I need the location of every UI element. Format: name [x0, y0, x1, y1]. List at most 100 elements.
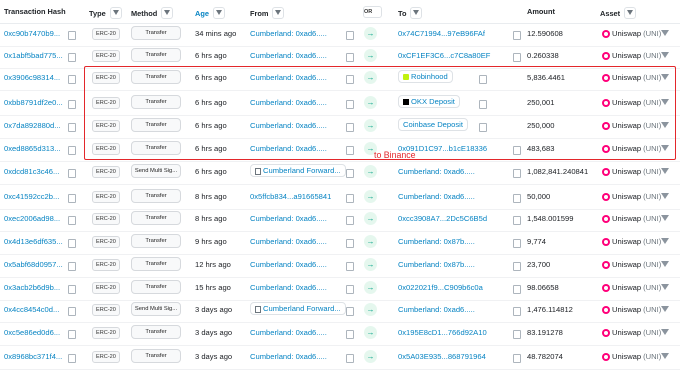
copy-icon[interactable] — [513, 238, 521, 248]
to-address-tag[interactable]: Coinbase Deposit — [398, 118, 468, 131]
copy-icon[interactable] — [68, 284, 76, 294]
copy-icon[interactable] — [68, 238, 76, 248]
to-address[interactable]: 0xcc3908A7...2Dc5C6B5d — [398, 214, 487, 223]
copy-icon[interactable] — [346, 353, 354, 363]
copy-icon[interactable] — [346, 261, 354, 271]
method-badge[interactable]: Transfer — [131, 70, 181, 84]
tx-hash-link[interactable]: 0x4cc8454c0d... — [4, 305, 59, 314]
copy-icon[interactable] — [346, 74, 354, 84]
asset-link[interactable]: Uniswap (UNI) — [602, 305, 661, 314]
copy-icon[interactable] — [513, 306, 521, 316]
tx-hash-link[interactable]: 0xbb8791df2e0... — [4, 98, 63, 107]
copy-icon[interactable] — [68, 52, 76, 62]
tx-hash-link[interactable]: 0xed8865d313... — [4, 144, 61, 153]
copy-icon[interactable] — [68, 306, 76, 316]
copy-icon[interactable] — [68, 329, 76, 339]
tx-hash-link[interactable]: 0x3906c98314... — [4, 73, 60, 82]
asset-link[interactable]: Uniswap (UNI) — [602, 51, 661, 60]
copy-icon[interactable] — [346, 238, 354, 248]
copy-icon[interactable] — [346, 30, 354, 40]
copy-icon[interactable] — [513, 30, 521, 40]
from-address[interactable]: Cumberland: 0xad6..... — [250, 144, 327, 153]
asset-link[interactable]: Uniswap (UNI) — [602, 192, 661, 201]
from-address[interactable]: Cumberland: 0xad6..... — [250, 214, 327, 223]
filter-funnel-icon[interactable] — [661, 352, 669, 360]
tx-hash-link[interactable]: 0x1abf5bad775... — [4, 51, 63, 60]
copy-icon[interactable] — [513, 329, 521, 339]
asset-link[interactable]: Uniswap (UNI) — [602, 260, 661, 269]
copy-icon[interactable] — [346, 329, 354, 339]
asset-link[interactable]: Uniswap (UNI) — [602, 98, 661, 107]
filter-funnel-icon[interactable] — [661, 144, 669, 152]
copy-icon[interactable] — [479, 122, 487, 132]
method-badge[interactable]: Transfer — [131, 257, 181, 271]
copy-icon[interactable] — [68, 122, 76, 132]
copy-icon[interactable] — [68, 353, 76, 363]
copy-icon[interactable] — [346, 215, 354, 225]
tx-hash-link[interactable]: 0xc5e86ed0d6... — [4, 328, 60, 337]
tx-hash-link[interactable]: 0xc41592cc2b... — [4, 192, 59, 201]
to-address[interactable]: Cumberland: 0x87b..... — [398, 260, 475, 269]
method-badge[interactable]: Transfer — [131, 325, 181, 339]
copy-icon[interactable] — [346, 145, 354, 155]
method-badge[interactable]: Transfer — [131, 95, 181, 109]
copy-icon[interactable] — [346, 52, 354, 62]
asset-link[interactable]: Uniswap (UNI) — [602, 73, 661, 82]
tx-hash-link[interactable]: 0x3acb2b6d9b... — [4, 283, 60, 292]
copy-icon[interactable] — [479, 74, 487, 84]
copy-icon[interactable] — [68, 74, 76, 84]
asset-link[interactable]: Uniswap (UNI) — [602, 144, 661, 153]
filter-funnel-icon[interactable] — [661, 237, 669, 245]
filter-funnel-icon[interactable] — [661, 283, 669, 291]
filter-icon[interactable] — [212, 7, 225, 19]
method-badge[interactable]: Transfer — [131, 280, 181, 294]
method-badge[interactable]: Send Multi Sig... — [131, 302, 181, 316]
tx-hash-link[interactable]: 0xc90b7470b9... — [4, 29, 60, 38]
from-contract[interactable]: Cumberland Forward... — [250, 302, 346, 315]
copy-icon[interactable] — [68, 30, 76, 40]
copy-icon[interactable] — [513, 261, 521, 271]
copy-icon[interactable] — [346, 99, 354, 109]
from-address[interactable]: Cumberland: 0xad6..... — [250, 51, 327, 60]
to-address[interactable]: 0x5A03E935...868791964 — [398, 352, 486, 361]
to-address[interactable]: 0xCF1EF3C6...c7C8a80EF — [398, 51, 490, 60]
filter-funnel-icon[interactable] — [661, 121, 669, 129]
tx-hash-link[interactable]: 0x8968bc371f4... — [4, 352, 62, 361]
asset-link[interactable]: Uniswap (UNI) — [602, 214, 661, 223]
copy-icon[interactable] — [346, 122, 354, 132]
method-badge[interactable]: Transfer — [131, 118, 181, 132]
from-address[interactable]: Cumberland: 0xad6..... — [250, 260, 327, 269]
tx-hash-link[interactable]: 0x7da892880d... — [4, 121, 61, 130]
tx-hash-link[interactable]: 0xdcd81c3c46... — [4, 167, 59, 176]
to-address[interactable]: Cumberland: 0xad6..... — [398, 192, 475, 201]
asset-link[interactable]: Uniswap (UNI) — [602, 29, 661, 38]
asset-link[interactable]: Uniswap (UNI) — [602, 328, 661, 337]
to-address-tag[interactable]: Robinhood — [398, 70, 453, 83]
copy-icon[interactable] — [513, 52, 521, 62]
copy-icon[interactable] — [68, 99, 76, 109]
to-address[interactable]: 0x022021f9...C909b6c0a — [398, 283, 483, 292]
copy-icon[interactable] — [479, 99, 487, 109]
from-address[interactable]: Cumberland: 0xad6..... — [250, 98, 327, 107]
copy-icon[interactable] — [513, 193, 521, 203]
method-badge[interactable]: Transfer — [131, 141, 181, 155]
copy-icon[interactable] — [68, 193, 76, 203]
copy-icon[interactable] — [346, 168, 354, 178]
to-address[interactable]: 0x74C71994...97eB96FAf — [398, 29, 485, 38]
asset-link[interactable]: Uniswap (UNI) — [602, 283, 661, 292]
asset-link[interactable]: Uniswap (UNI) — [602, 237, 661, 246]
filter-funnel-icon[interactable] — [661, 167, 669, 175]
copy-icon[interactable] — [346, 193, 354, 203]
copy-icon[interactable] — [68, 261, 76, 271]
method-badge[interactable]: Transfer — [131, 189, 181, 203]
copy-icon[interactable] — [513, 215, 521, 225]
from-address[interactable]: Cumberland: 0xad6..... — [250, 237, 327, 246]
asset-link[interactable]: Uniswap (UNI) — [602, 167, 661, 176]
filter-funnel-icon[interactable] — [661, 192, 669, 200]
copy-icon[interactable] — [513, 284, 521, 294]
or-toggle[interactable]: OR — [363, 6, 382, 18]
copy-icon[interactable] — [68, 215, 76, 225]
copy-icon[interactable] — [513, 168, 521, 178]
asset-link[interactable]: Uniswap (UNI) — [602, 352, 661, 361]
method-badge[interactable]: Transfer — [131, 349, 181, 363]
